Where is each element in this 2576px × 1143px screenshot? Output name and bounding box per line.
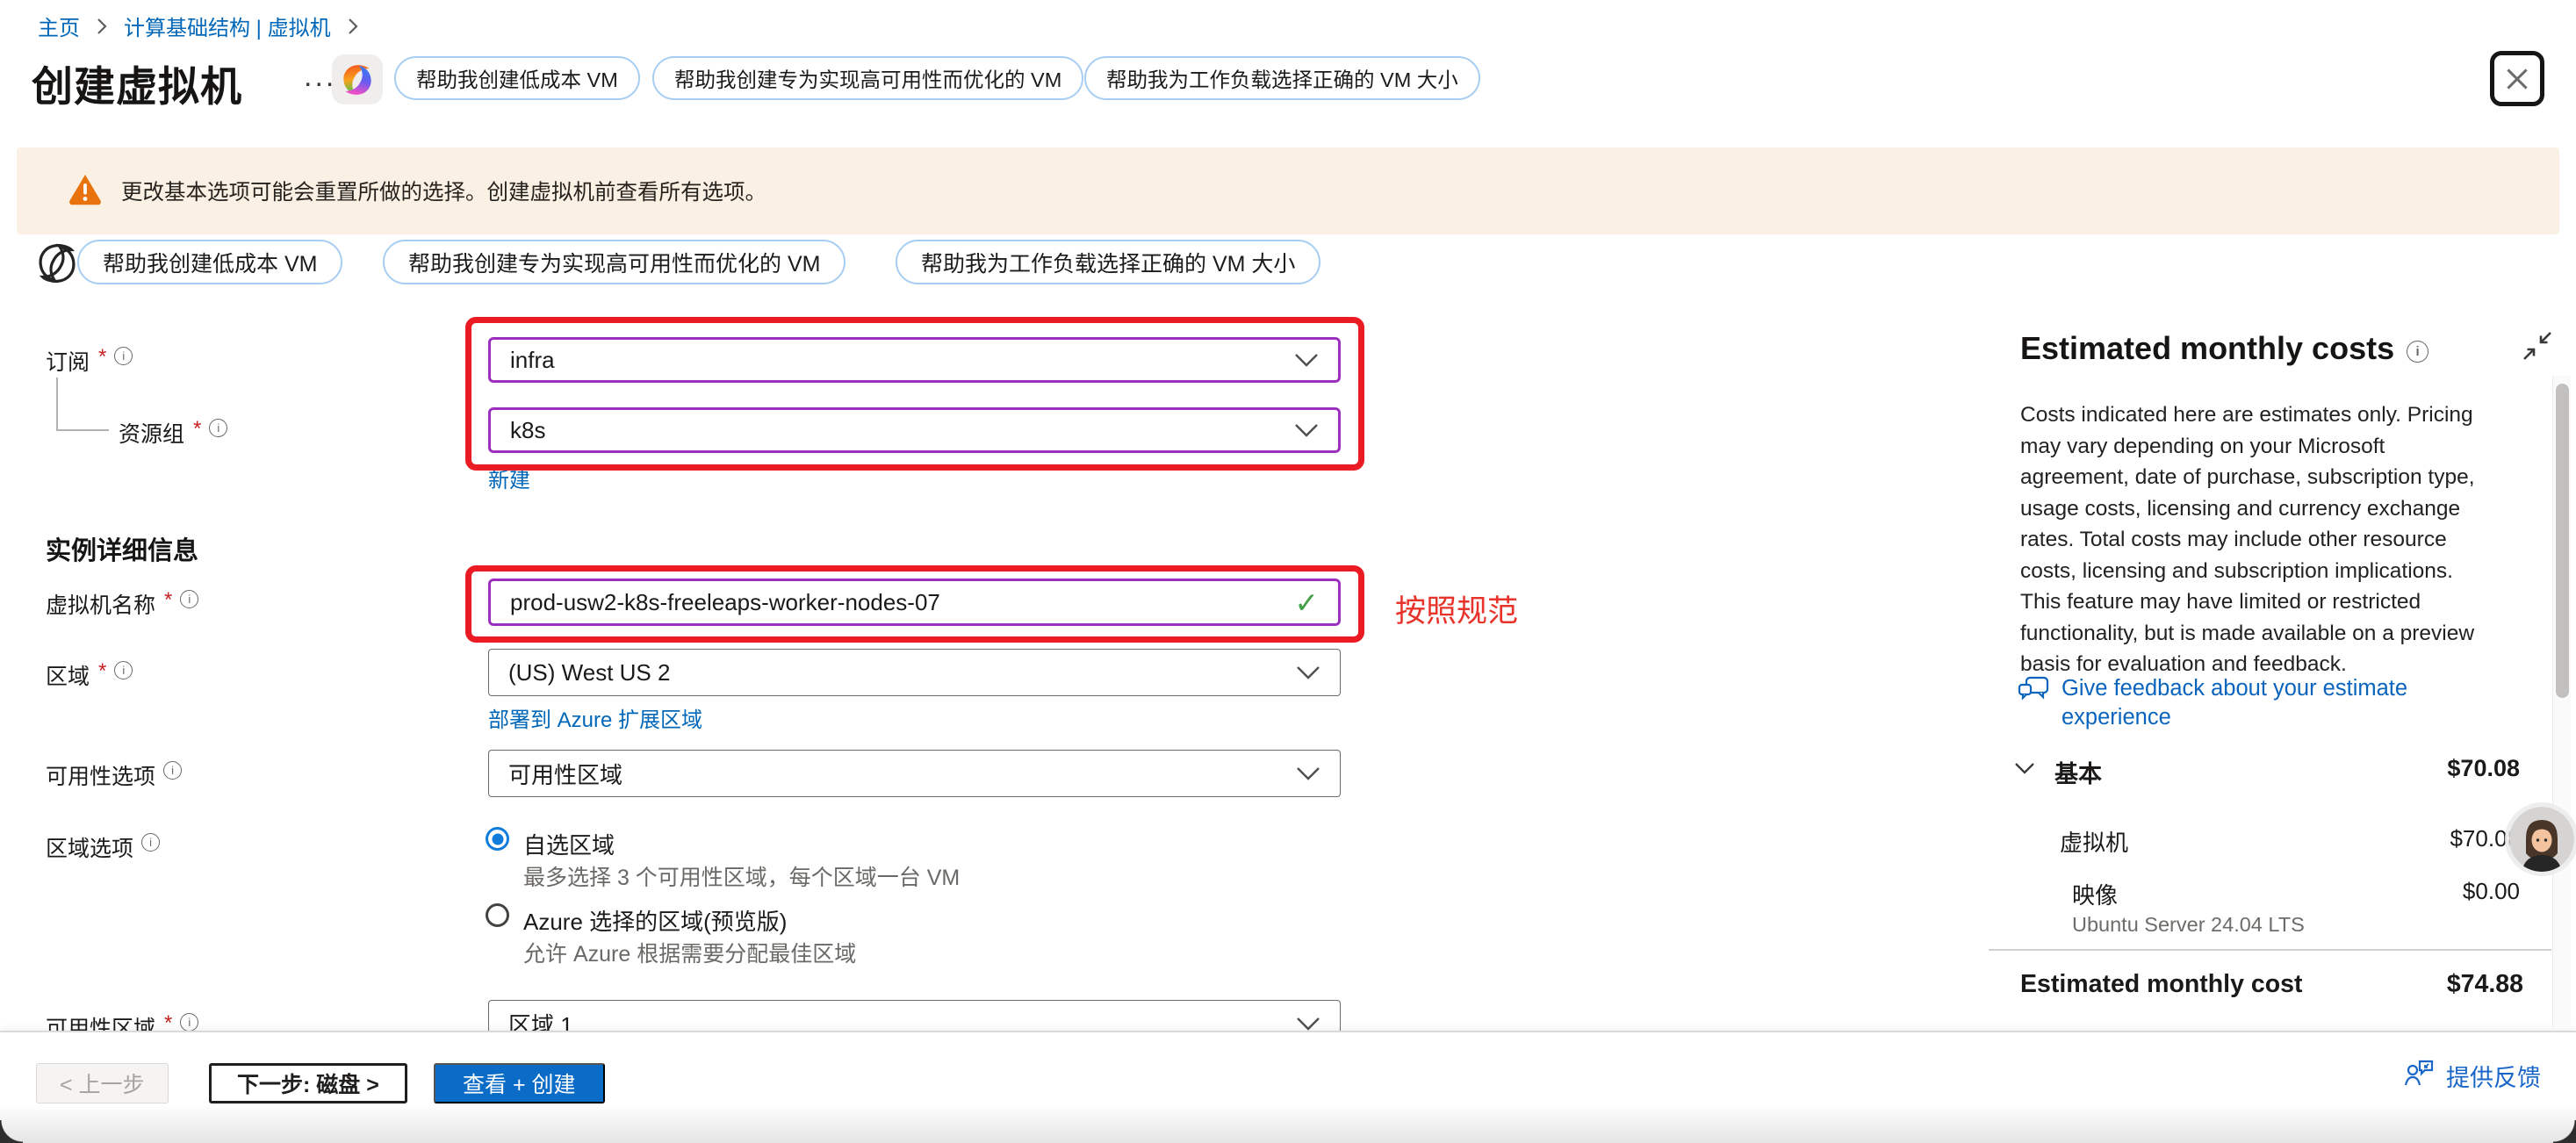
chevron-down-icon <box>1296 766 1320 781</box>
next-disks-button[interactable]: 下一步: 磁盘 > <box>209 1063 407 1103</box>
give-feedback-link[interactable]: 提供反馈 <box>2403 1059 2541 1093</box>
zone-options-label: 区域选项 i <box>46 831 160 863</box>
radio-azure-select-desc: 允许 Azure 根据需要分配最佳区域 <box>523 937 856 968</box>
chevron-down-icon[interactable] <box>2014 762 2035 780</box>
availability-options-dropdown[interactable]: 可用性区域 <box>488 750 1341 797</box>
cost-image-label: 映像 <box>2072 878 2118 910</box>
info-icon[interactable]: i <box>114 347 133 365</box>
copilot-prompt-vm-size[interactable]: 帮助我为工作负载选择正确的 VM 大小 <box>1084 56 1480 100</box>
create-new-link[interactable]: 新建 <box>488 463 530 493</box>
warning-icon <box>67 172 104 210</box>
suggestion-low-cost[interactable]: 帮助我创建低成本 VM <box>77 240 342 284</box>
annotation-note: 按照规范 <box>1395 586 1518 631</box>
chevron-down-icon <box>1294 353 1319 368</box>
resource-group-dropdown[interactable]: k8s <box>488 407 1341 453</box>
vm-name-input[interactable]: prod-usw2-k8s-freeleaps-worker-nodes-07 … <box>488 579 1341 626</box>
panel-divider <box>1989 949 2551 951</box>
subscription-label: 订阅* i <box>46 345 133 377</box>
tree-connector-horizontal <box>56 429 109 431</box>
cost-panel-description: Costs indicated here are estimates only.… <box>2020 399 2479 680</box>
info-icon[interactable]: i <box>141 833 160 852</box>
radio-self-select-zones[interactable] <box>486 827 509 851</box>
scrollbar-track[interactable] <box>2552 376 2571 1029</box>
previous-button[interactable]: < 上一步 <box>36 1063 169 1103</box>
chevron-down-icon <box>1296 1017 1320 1032</box>
suggestion-vm-size[interactable]: 帮助我为工作负载选择正确的 VM 大小 <box>896 240 1320 284</box>
region-dropdown[interactable]: (US) West US 2 <box>488 649 1341 696</box>
region-label: 区域* i <box>46 659 133 691</box>
radio-azure-select-zones[interactable] <box>486 903 509 927</box>
cost-image-amount: $0.00 <box>2463 878 2520 905</box>
copilot-outline-icon[interactable] <box>36 242 77 284</box>
suggestion-high-availability[interactable]: 帮助我创建专为实现高可用性而优化的 VM <box>383 240 845 284</box>
estimate-feedback-link[interactable]: Give feedback about your estimate experi… <box>2017 674 2458 732</box>
vm-name-label: 虚拟机名称* i <box>46 588 198 620</box>
total-cost-amount: $74.88 <box>2447 970 2523 999</box>
availability-zone-row: 可用性区域* i 区域 1 <box>0 983 1987 1031</box>
availability-zone-dropdown[interactable]: 区域 1 <box>488 1000 1341 1031</box>
tree-connector-vertical <box>56 377 58 431</box>
instance-details-header: 实例详细信息 <box>46 530 198 567</box>
cost-panel-title: Estimated monthly costs i <box>2020 330 2428 367</box>
chevron-right-icon <box>96 17 108 36</box>
breadcrumb: 主页 计算基础结构 | 虚拟机 <box>38 11 359 41</box>
info-icon[interactable]: i <box>180 1013 198 1031</box>
radio-azure-select-label[interactable]: Azure 选择的区域(预览版) <box>523 904 787 937</box>
cost-group-amount: $70.08 <box>2447 755 2520 782</box>
info-icon[interactable]: i <box>114 661 133 679</box>
create-vm-page: 主页 计算基础结构 | 虚拟机 创建虚拟机 ... 帮助我创建低成本 VM 帮助… <box>0 0 2576 1143</box>
avatar[interactable] <box>2509 807 2574 872</box>
subscription-dropdown[interactable]: infra <box>488 337 1341 383</box>
total-cost-label: Estimated monthly cost <box>2020 970 2302 999</box>
copilot-prompt-low-cost[interactable]: 帮助我创建低成本 VM <box>394 56 640 100</box>
chevron-down-icon <box>1296 665 1320 680</box>
info-icon[interactable]: i <box>180 590 198 608</box>
info-icon[interactable]: i <box>2407 341 2428 363</box>
info-icon[interactable]: i <box>209 419 227 437</box>
availability-options-label: 可用性选项 i <box>46 759 182 791</box>
collapse-panel-icon[interactable] <box>2522 330 2553 362</box>
chevron-right-icon <box>347 17 359 36</box>
breadcrumb-home[interactable]: 主页 <box>38 11 80 41</box>
close-button[interactable] <box>2490 51 2544 106</box>
footer-bar: < 上一步 下一步: 磁盘 > 查看 + 创建 提供反馈 <box>0 1031 2576 1143</box>
radio-self-select-desc: 最多选择 3 个可用性区域，每个区域一台 VM <box>523 860 960 892</box>
valid-check-icon: ✓ <box>1294 586 1319 620</box>
chevron-down-icon <box>1294 423 1319 438</box>
person-feedback-icon <box>2403 1059 2435 1093</box>
availability-zone-label: 可用性区域* i <box>46 1011 198 1031</box>
feedback-bubbles-icon <box>2017 674 2050 732</box>
page-title: 创建虚拟机 <box>32 53 242 113</box>
cost-image-sub: Ubuntu Server 24.04 LTS <box>2072 913 2305 937</box>
warning-text: 更改基本选项可能会重置所做的选择。创建虚拟机前查看所有选项。 <box>121 176 766 206</box>
copilot-icon[interactable] <box>332 54 383 104</box>
breadcrumb-section[interactable]: 计算基础结构 | 虚拟机 <box>124 11 331 41</box>
scrollbar-thumb[interactable] <box>2556 384 2569 698</box>
info-icon[interactable]: i <box>163 761 182 780</box>
review-create-button[interactable]: 查看 + 创建 <box>434 1063 605 1103</box>
resource-group-label: 资源组* i <box>119 417 227 449</box>
radio-self-select-label[interactable]: 自选区域 <box>523 828 615 860</box>
cost-group-label[interactable]: 基本 <box>2054 755 2102 789</box>
warning-banner: 更改基本选项可能会重置所做的选择。创建虚拟机前查看所有选项。 <box>17 147 2559 234</box>
extended-zone-link[interactable]: 部署到 Azure 扩展区域 <box>488 702 702 733</box>
cost-vm-label: 虚拟机 <box>2060 825 2128 858</box>
copilot-prompt-high-availability[interactable]: 帮助我创建专为实现高可用性而优化的 VM <box>652 56 1083 100</box>
